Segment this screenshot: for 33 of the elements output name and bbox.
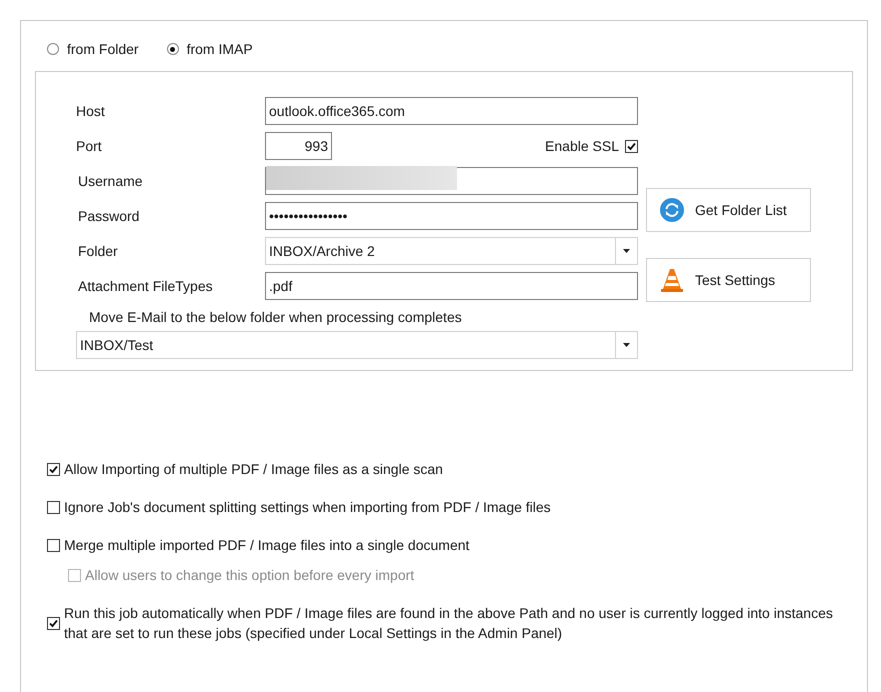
checkbox-label: Allow users to change this option before every import [85, 566, 416, 585]
input-field[interactable]: outlook.office365.com [265, 97, 638, 125]
port-field[interactable]: 993 [265, 132, 332, 160]
button[interactable]: Get Folder List [646, 188, 811, 232]
dropdown[interactable]: INBOX/Archive 2 [265, 237, 638, 265]
input-field[interactable]: .pdf [265, 272, 638, 300]
traffic-cone-icon [659, 267, 685, 293]
password-field[interactable]: •••••••••••••••• [265, 202, 638, 230]
checkbox-label[interactable]: Ignore Job's document splitting settings when importing from PDF / Image files [64, 497, 844, 517]
field-label: Password [77, 206, 140, 226]
button[interactable]: Test Settings [646, 258, 811, 302]
field-label: Host [76, 102, 106, 120]
radio-label: from Folder [67, 40, 139, 58]
dropdown[interactable]: INBOX/Test [76, 331, 638, 359]
checkbox-label[interactable]: Allow Importing of multiple PDF / Image files as a single scan [64, 459, 844, 479]
checkbox[interactable] [47, 462, 60, 476]
instruction-text: Move E-Mail to the below folder when processing completes [89, 308, 463, 327]
radio-label: from IMAP [186, 40, 253, 58]
checkbox[interactable] [47, 538, 60, 552]
radio-button[interactable] [47, 43, 59, 55]
input-field[interactable] [265, 167, 638, 195]
checkbox[interactable] [47, 500, 60, 514]
checkbox-label[interactable]: Merge multiple imported PDF / Image files into a single document [64, 535, 844, 555]
radio-button[interactable] [166, 43, 179, 55]
checkbox[interactable] [47, 616, 60, 630]
checkbox-label: Enable SSL [545, 136, 619, 156]
field-label: Folder [77, 242, 119, 260]
refresh-icon [659, 197, 685, 223]
field-label: Username [77, 172, 144, 190]
checkbox[interactable] [625, 140, 638, 152]
checkbox-label[interactable]: Run this job automatically when PDF / Image files are found in the above Path and no user is currently logged into instances that are set to run these jobs (specified under Local Settings in the Admin Panel) [64, 603, 844, 643]
field-label: Port [76, 136, 103, 156]
field-label: Attachment FileTypes [77, 276, 214, 296]
